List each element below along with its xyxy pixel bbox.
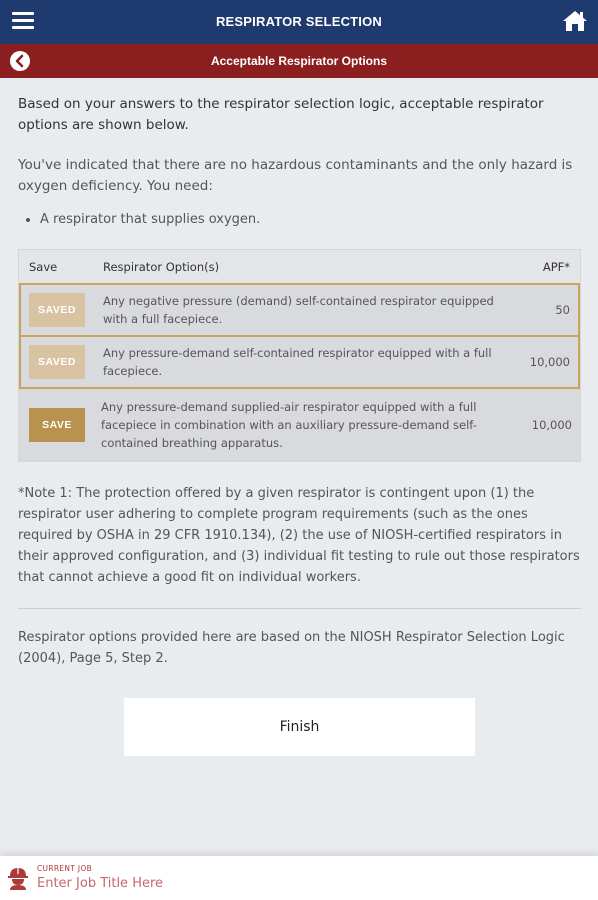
requirements-list: A respirator that supplies oxygen. bbox=[18, 209, 581, 230]
worker-hardhat-icon bbox=[8, 868, 28, 890]
respirator-option: Any negative pressure (demand) self-cont… bbox=[103, 294, 494, 326]
main-content: Based on your answers to the respirator … bbox=[18, 94, 581, 669]
save-button[interactable]: SAVE bbox=[29, 408, 85, 442]
respirator-option: Any pressure-demand supplied-air respira… bbox=[101, 400, 477, 450]
current-job-bar[interactable]: CURRENT JOB Enter Job Title Here bbox=[0, 856, 598, 900]
top-app-bar: RESPIRATOR SELECTION bbox=[0, 0, 598, 44]
home-icon[interactable] bbox=[562, 9, 588, 33]
apf-value: 10,000 bbox=[529, 355, 570, 369]
column-header-save: Save bbox=[29, 259, 58, 274]
column-header-option: Respirator Option(s) bbox=[103, 259, 220, 274]
finish-button[interactable]: Finish bbox=[124, 698, 475, 756]
divider bbox=[18, 608, 581, 609]
saved-button[interactable]: SAVED bbox=[29, 345, 85, 379]
table-row: SAVED Any pressure-demand self-contained… bbox=[19, 335, 580, 389]
respirator-options-table: Save Respirator Option(s) APF* SAVED Any… bbox=[18, 249, 581, 462]
table-header: Save Respirator Option(s) APF* bbox=[19, 250, 580, 283]
saved-button[interactable]: SAVED bbox=[29, 293, 85, 327]
job-title-input[interactable]: Enter Job Title Here bbox=[37, 876, 163, 891]
apf-value: 50 bbox=[555, 303, 570, 317]
table-row: SAVED Any negative pressure (demand) sel… bbox=[19, 283, 580, 337]
current-job-label: CURRENT JOB bbox=[37, 864, 93, 873]
hazard-text: You've indicated that there are no hazar… bbox=[18, 157, 573, 194]
column-header-apf: APF* bbox=[542, 259, 570, 274]
source-note: Respirator options provided here are bas… bbox=[18, 630, 565, 666]
page-title: Acceptable Respirator Options bbox=[210, 54, 388, 68]
page-header-bar: Acceptable Respirator Options bbox=[0, 44, 598, 78]
apf-value: 10,000 bbox=[531, 418, 572, 432]
intro-text: Based on your answers to the respirator … bbox=[18, 96, 544, 133]
respirator-option: Any pressure-demand self-contained respi… bbox=[103, 346, 492, 378]
app-title: RESPIRATOR SELECTION bbox=[215, 14, 383, 29]
list-item: A respirator that supplies oxygen. bbox=[40, 209, 581, 230]
table-row: SAVE Any pressure-demand supplied-air re… bbox=[19, 389, 580, 461]
protection-note: *Note 1: The protection offered by a giv… bbox=[18, 486, 580, 585]
